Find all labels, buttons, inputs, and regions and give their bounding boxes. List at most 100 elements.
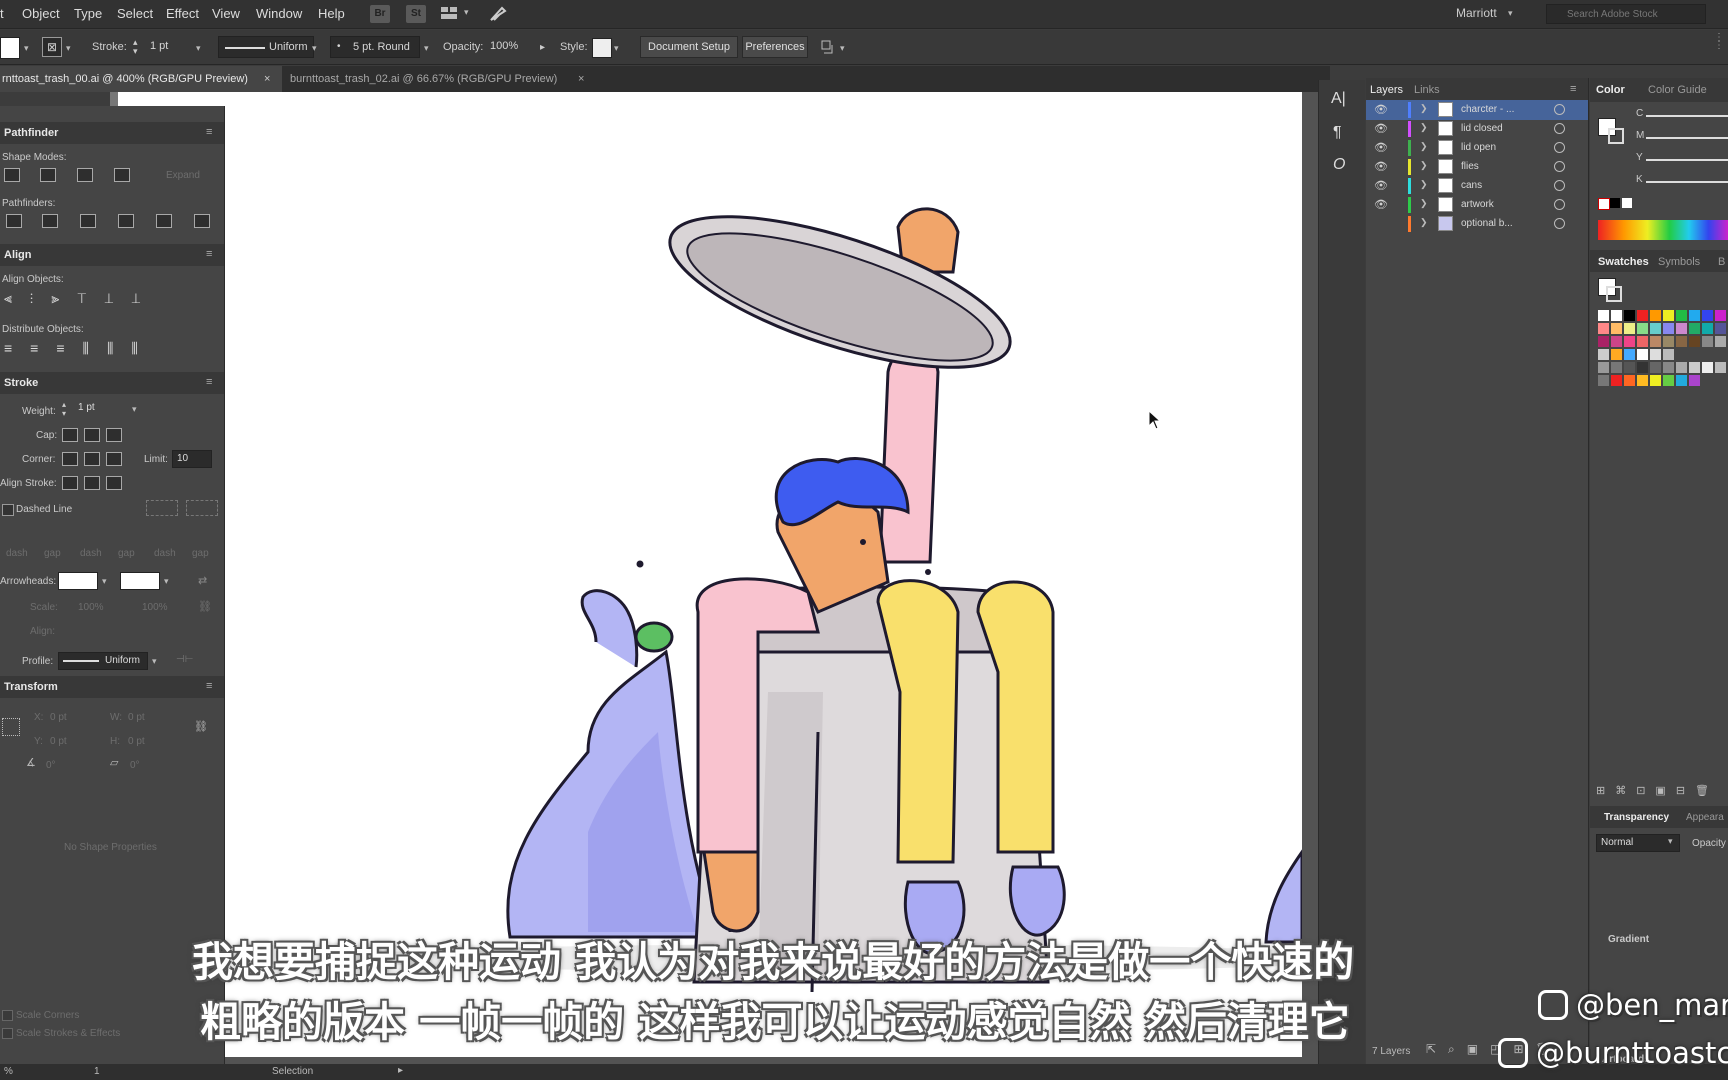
tab-swatches[interactable]: Swatches: [1598, 250, 1649, 274]
eye-icon[interactable]: 👁: [1374, 122, 1388, 135]
stepper-icon[interactable]: ▴ ▾: [62, 400, 66, 418]
target-circle-icon[interactable]: [1554, 142, 1565, 153]
artboard-number[interactable]: 1: [94, 1066, 100, 1077]
menu-select[interactable]: Select: [117, 6, 153, 21]
dashed-line-checkbox[interactable]: [2, 504, 14, 516]
opacity-field[interactable]: 100%: [484, 36, 536, 58]
chevron-down-icon[interactable]: ▾: [24, 43, 29, 54]
arrange-documents-icon[interactable]: [440, 6, 458, 20]
panel-menu-icon[interactable]: ≡: [206, 376, 212, 388]
scale-strokes-checkbox[interactable]: [2, 1028, 13, 1039]
chevron-down-icon[interactable]: ▾: [132, 404, 137, 415]
chevron-down-icon[interactable]: ▾: [1668, 836, 1673, 847]
swatch-grid[interactable]: [1598, 310, 1728, 390]
butt-cap-icon[interactable]: [62, 428, 78, 442]
panel-grip-icon[interactable]: ⋮ ⋮: [1714, 33, 1726, 62]
chevron-down-icon[interactable]: ▾: [614, 43, 619, 54]
chevron-right-icon[interactable]: ❯: [1420, 103, 1428, 114]
stepper-icon[interactable]: ▴ ▾: [133, 38, 138, 56]
projecting-cap-icon[interactable]: [106, 428, 122, 442]
tab-color-guide[interactable]: Color Guide: [1648, 78, 1707, 102]
h-value[interactable]: 0 pt: [128, 736, 145, 747]
panel-menu-icon[interactable]: ≡: [206, 680, 212, 692]
stock-icon[interactable]: St: [406, 5, 426, 23]
arrange-icon[interactable]: [820, 39, 836, 55]
menu-file-partial[interactable]: t: [0, 6, 4, 21]
menu-type[interactable]: Type: [74, 6, 102, 21]
round-cap-icon[interactable]: [84, 428, 100, 442]
stroke-panel-title[interactable]: Stroke: [0, 372, 224, 394]
document-setup-button[interactable]: Document Setup: [640, 36, 738, 58]
preferences-button[interactable]: Preferences: [742, 36, 808, 58]
tab-links[interactable]: Links: [1414, 78, 1440, 102]
chevron-down-icon[interactable]: ▾: [464, 7, 469, 18]
gradient-panel-label[interactable]: Gradient: [1608, 934, 1649, 945]
link-scale-icon[interactable]: ⛓: [198, 600, 212, 613]
chevron-right-icon[interactable]: ▸: [540, 42, 545, 53]
fill-swatch[interactable]: [0, 37, 20, 59]
dash-preserve-icon[interactable]: [146, 500, 178, 516]
chevron-down-icon[interactable]: ▾: [164, 576, 169, 587]
slider-c[interactable]: [1646, 115, 1728, 117]
layer-row-cans[interactable]: 👁 ❯ cans: [1366, 176, 1588, 196]
chevron-down-icon[interactable]: ▾: [102, 576, 107, 587]
distribute-object-icons[interactable]: ≡≡≡⫼⫼⫼: [4, 340, 156, 357]
tab-transparency[interactable]: Transparency: [1604, 806, 1669, 830]
slider-k[interactable]: [1646, 181, 1728, 183]
target-circle-icon[interactable]: [1554, 218, 1565, 229]
panel-menu-icon[interactable]: ≡: [206, 126, 212, 138]
swap-arrowheads-icon[interactable]: ⇄: [198, 574, 207, 587]
layer-row-charcter[interactable]: 👁 ❯ charcter - ...: [1366, 100, 1588, 120]
round-join-icon[interactable]: [84, 452, 100, 466]
chevron-right-icon[interactable]: ❯: [1420, 217, 1428, 228]
start-arrowhead-select[interactable]: [58, 572, 98, 590]
target-circle-icon[interactable]: [1554, 199, 1565, 210]
menu-help[interactable]: Help: [318, 6, 345, 21]
stroke-swatch-icon[interactable]: ⊠: [42, 37, 62, 57]
menu-window[interactable]: Window: [256, 6, 302, 21]
dash-align-icon[interactable]: [186, 500, 218, 516]
shear-value[interactable]: 0°: [130, 760, 140, 771]
slider-m[interactable]: [1646, 137, 1728, 139]
tab-document-active[interactable]: rnttoast_trash_00.ai @ 400% (RGB/GPU Pre…: [0, 66, 282, 92]
chevron-right-icon[interactable]: ❯: [1420, 160, 1428, 171]
miter-join-icon[interactable]: [62, 452, 78, 466]
align-object-icons[interactable]: ⫷⫶⫸⊤⊥⊥: [4, 290, 159, 307]
character-panel-icon[interactable]: A|: [1331, 90, 1346, 108]
swatch-footer-icons[interactable]: ⊞⌘⊡▣⊟🗑: [1596, 784, 1719, 797]
zoom-level[interactable]: %: [4, 1066, 13, 1077]
unite-icon[interactable]: [4, 168, 20, 182]
current-tool-status[interactable]: Selection: [272, 1066, 313, 1077]
outline-icon[interactable]: [156, 214, 172, 228]
opentype-panel-icon[interactable]: O: [1333, 156, 1345, 174]
angle-value[interactable]: 0°: [46, 760, 56, 771]
bevel-join-icon[interactable]: [106, 452, 122, 466]
profile-select[interactable]: Uniform: [58, 652, 148, 670]
tab-layers[interactable]: Layers: [1370, 78, 1403, 102]
tab-brushes[interactable]: B: [1718, 250, 1725, 274]
align-panel-title[interactable]: Align: [0, 244, 224, 266]
stroke-swatch[interactable]: [1608, 128, 1624, 144]
target-circle-icon[interactable]: [1554, 161, 1565, 172]
close-icon[interactable]: ×: [578, 66, 584, 92]
target-circle-icon[interactable]: [1554, 123, 1565, 134]
white-swatch[interactable]: [1622, 198, 1632, 208]
menu-effect[interactable]: Effect: [166, 6, 199, 21]
constrain-proportions-icon[interactable]: ⛓: [194, 720, 208, 733]
stock-search-input[interactable]: Search Adobe Stock: [1546, 4, 1706, 24]
crop-icon[interactable]: [118, 214, 134, 228]
pathfinder-panel-title[interactable]: Pathfinder: [0, 122, 224, 144]
y-value[interactable]: 0 pt: [50, 736, 67, 747]
divide-icon[interactable]: [6, 214, 22, 228]
chevron-down-icon[interactable]: ▾: [840, 43, 845, 54]
layer-row-lid-open[interactable]: 👁 ❯ lid open: [1366, 138, 1588, 158]
stroke-swatch[interactable]: [1606, 286, 1622, 302]
scale-corners-checkbox[interactable]: [2, 1010, 13, 1021]
eye-icon[interactable]: 👁: [1374, 179, 1388, 192]
x-value[interactable]: 0 pt: [50, 712, 67, 723]
workspace-switcher[interactable]: Marriott: [1456, 6, 1497, 20]
tab-document[interactable]: burnttoast_trash_02.ai @ 66.67% (RGB/GPU…: [288, 66, 600, 92]
chevron-down-icon[interactable]: ▾: [152, 656, 157, 667]
panel-menu-icon[interactable]: ≡: [1570, 83, 1576, 95]
layer-row-artwork[interactable]: 👁 ❯ artwork: [1366, 195, 1588, 215]
